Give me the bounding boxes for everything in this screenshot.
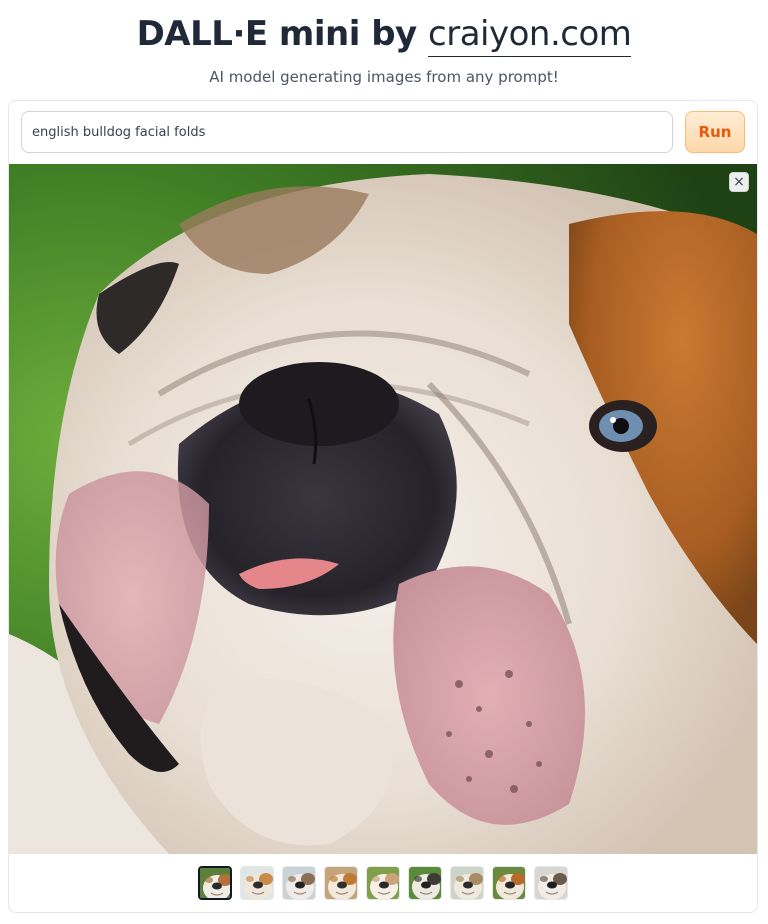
thumbnail-bulldog-image xyxy=(493,867,525,899)
thumbnail[interactable] xyxy=(408,866,442,900)
prompt-input[interactable] xyxy=(21,111,673,153)
page-title: DALL·E mini by craiyon.com xyxy=(0,12,768,57)
thumbnail-bulldog-image xyxy=(283,867,315,899)
page-subtitle: AI model generating images from any prom… xyxy=(209,68,559,86)
thumbnail[interactable] xyxy=(324,866,358,900)
thumbnail-bulldog-image xyxy=(325,867,357,899)
generated-image[interactable]: × xyxy=(9,164,757,854)
bulldog-image xyxy=(9,164,757,854)
thumbnail[interactable] xyxy=(240,866,274,900)
thumbnail[interactable] xyxy=(492,866,526,900)
thumbnail-bulldog-image xyxy=(241,867,273,899)
thumbnail[interactable] xyxy=(534,866,568,900)
run-button[interactable]: Run xyxy=(685,111,745,153)
prompt-row: Run xyxy=(21,111,745,155)
thumbnail[interactable] xyxy=(282,866,316,900)
page-title-prefix: DALL·E mini by xyxy=(136,14,429,54)
thumbnail[interactable] xyxy=(366,866,400,900)
app-header: DALL·E mini by craiyon.com AI model gene… xyxy=(0,0,768,86)
thumbnail-bulldog-image xyxy=(409,867,441,899)
thumbnail[interactable] xyxy=(450,866,484,900)
close-icon[interactable]: × xyxy=(729,172,749,192)
thumbnail-bulldog-image xyxy=(367,867,399,899)
generator-card: Run xyxy=(8,100,758,913)
thumbnail[interactable] xyxy=(198,866,232,900)
craiyon-link[interactable]: craiyon.com xyxy=(428,14,632,57)
thumbnail-bulldog-image xyxy=(200,868,230,898)
thumbnail-strip xyxy=(9,866,757,902)
thumbnail-bulldog-image xyxy=(535,867,567,899)
thumbnail-bulldog-image xyxy=(451,867,483,899)
